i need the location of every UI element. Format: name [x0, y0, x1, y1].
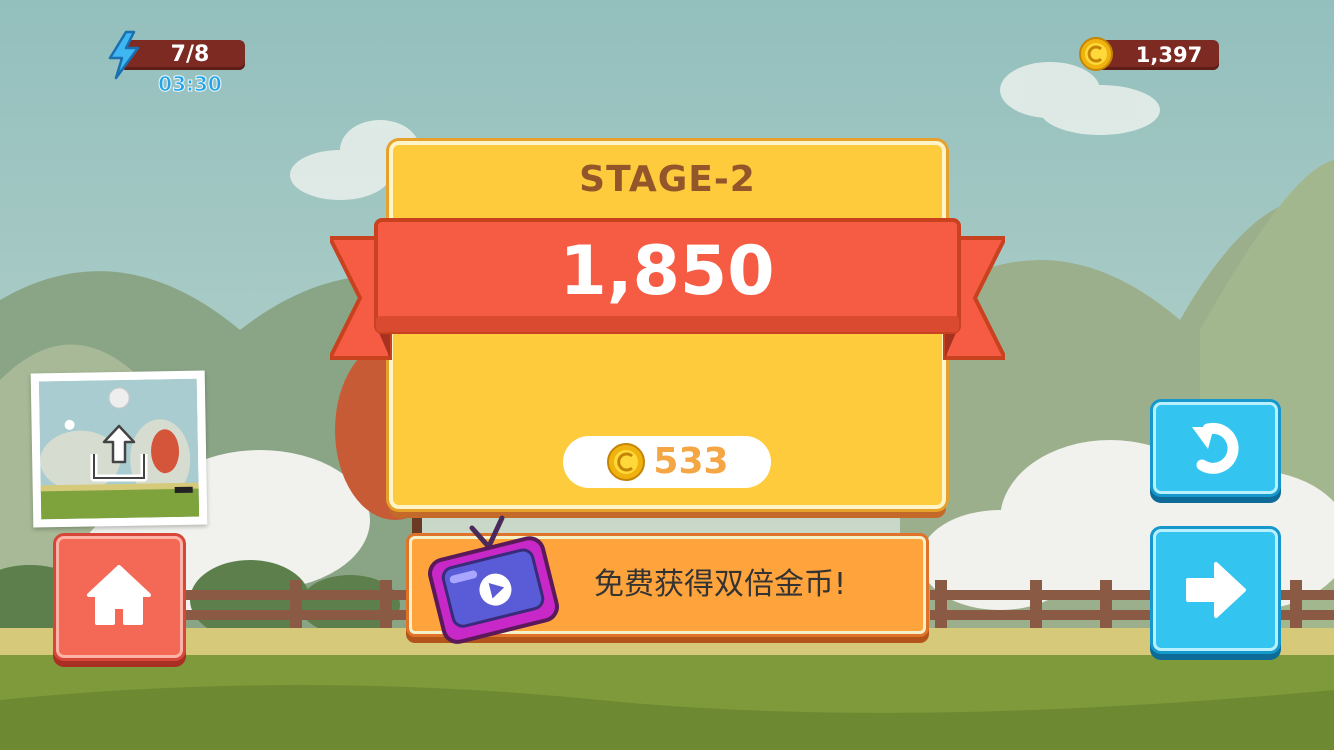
score-value: 1,850 — [559, 232, 775, 311]
energy-timer: 03:30 — [158, 72, 223, 97]
double-coins-label[interactable]: 免费获得双倍金币! — [560, 560, 880, 610]
undo-arrow-icon — [1192, 422, 1239, 474]
share-upload-icon[interactable] — [86, 420, 152, 486]
right-arrow-icon — [1186, 562, 1246, 618]
energy-count: 7/8 — [170, 42, 210, 67]
home-button[interactable] — [56, 536, 183, 658]
stage-title: STAGE-2 — [579, 159, 756, 200]
coin-total: 1,397 — [1135, 43, 1203, 67]
house-icon — [87, 565, 151, 625]
next-stage-button[interactable] — [1153, 529, 1278, 651]
gold-coin-icon — [607, 443, 645, 481]
coin-reward-value: 533 — [653, 441, 729, 482]
retry-button[interactable] — [1153, 402, 1278, 494]
video-ad-tv-icon[interactable] — [428, 512, 560, 648]
gold-coin-icon — [1079, 37, 1113, 71]
lightning-bolt-icon — [108, 30, 140, 80]
